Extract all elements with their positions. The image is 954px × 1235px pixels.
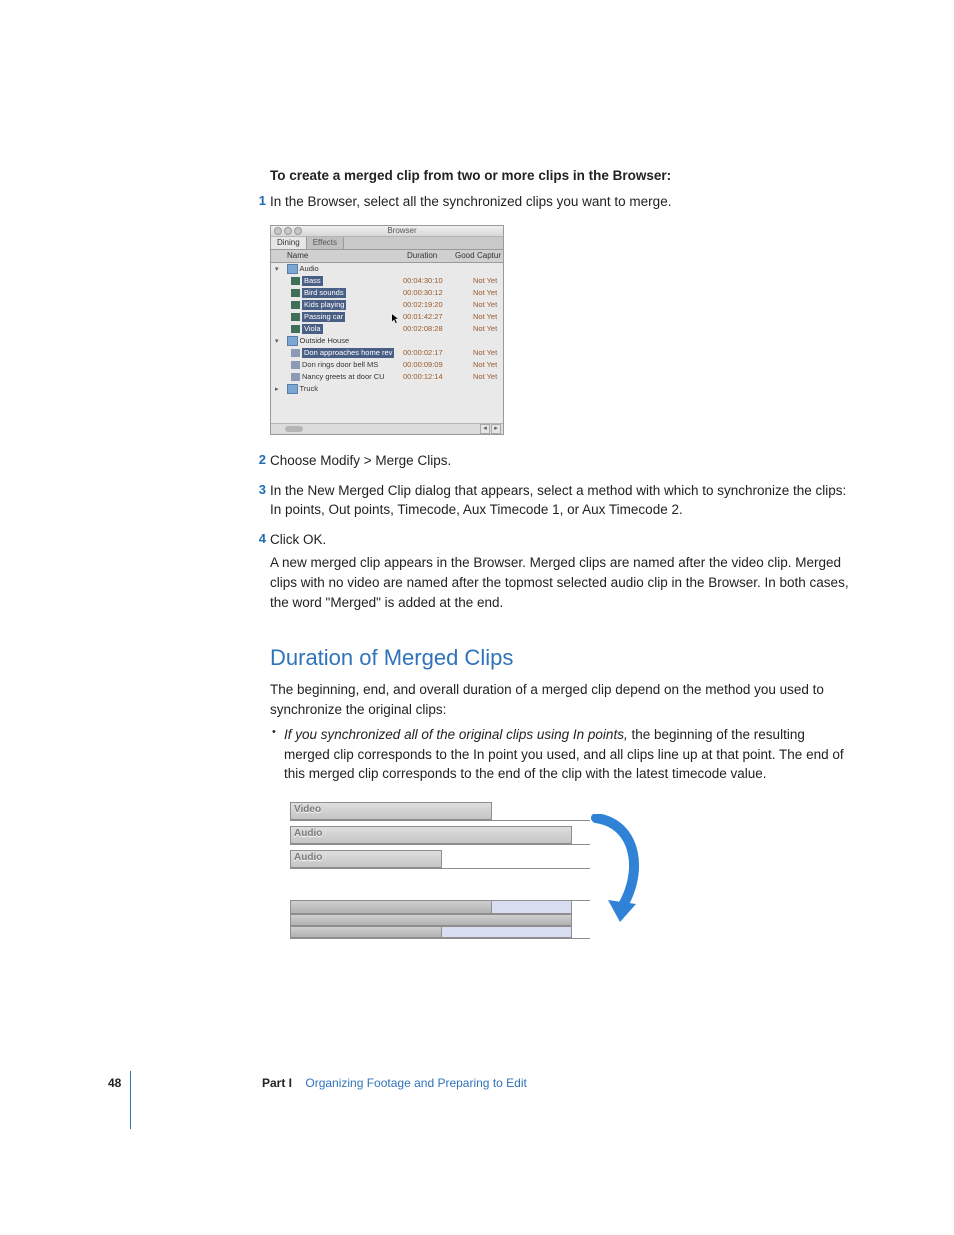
- browser-row[interactable]: Bass 00:04:30:10 Not Yet: [271, 275, 503, 287]
- section-intro: The beginning, end, and overall duration…: [270, 680, 850, 719]
- row-name[interactable]: Outside House: [300, 336, 350, 347]
- row-capture: Not Yet: [473, 372, 503, 383]
- row-name[interactable]: Bass: [302, 276, 323, 287]
- col-duration[interactable]: Duration: [407, 250, 455, 262]
- row-duration: 00:02:08:28: [403, 324, 451, 335]
- bullet-in-points: If you synchronized all of the original …: [270, 725, 850, 784]
- row-duration: 00:04:30:10: [403, 276, 451, 287]
- row-duration: 00:00:02:17: [403, 348, 451, 359]
- browser-window: Browser Dining Effects Name Duration Goo…: [270, 225, 504, 435]
- label-audio-1: Audio: [294, 827, 322, 842]
- step-2: 2 Choose Modify > Merge Clips.: [270, 451, 850, 471]
- row-capture: Not Yet: [473, 288, 503, 299]
- row-duration: 00:00:30:12: [403, 288, 451, 299]
- browser-row[interactable]: Don rings door bell MS 00:00:09:09 Not Yet: [271, 359, 503, 371]
- row-name[interactable]: Don rings door bell MS: [302, 360, 378, 371]
- row-name[interactable]: Passing car: [302, 312, 345, 323]
- label-audio-2: Audio: [294, 851, 322, 866]
- row-duration: 00:02:19:20: [403, 300, 451, 311]
- label-video: Video: [294, 803, 321, 818]
- scroll-thumb[interactable]: [285, 426, 303, 432]
- row-duration: 00:00:09:09: [403, 360, 451, 371]
- video-clip-icon: [291, 361, 300, 369]
- step-2-text: Choose Modify > Merge Clips.: [270, 453, 451, 468]
- browser-row[interactable]: Kids playing 00:02:19:20 Not Yet: [271, 299, 503, 311]
- row-capture: Not Yet: [473, 348, 503, 359]
- browser-row[interactable]: Passing car 00:01:42:27 Not Yet: [271, 311, 503, 323]
- step-3-text: In the New Merged Clip dialog that appea…: [270, 483, 846, 518]
- col-name[interactable]: Name: [271, 250, 407, 262]
- col-good[interactable]: Good: [455, 250, 477, 262]
- row-name[interactable]: Bird sounds: [302, 288, 346, 299]
- video-clip-icon: [291, 349, 300, 357]
- browser-row[interactable]: Bird sounds 00:00:30:12 Not Yet: [271, 287, 503, 299]
- video-clip-icon: [291, 373, 300, 381]
- browser-row[interactable]: Viola 00:02:08:28 Not Yet: [271, 323, 503, 335]
- row-capture: Not Yet: [473, 276, 503, 287]
- footer-title: Organizing Footage and Preparing to Edit: [305, 1076, 526, 1090]
- row-duration: 00:00:12:14: [403, 372, 451, 383]
- row-capture: Not Yet: [473, 324, 503, 335]
- row-duration: 00:01:42:27: [403, 312, 451, 323]
- audio-clip-icon: [291, 301, 300, 309]
- browser-row[interactable]: ▸Truck: [271, 383, 503, 395]
- row-name[interactable]: Truck: [300, 384, 318, 395]
- browser-row[interactable]: Don approaches home rev 00:00:02:17 Not Ye…: [271, 347, 503, 359]
- browser-row[interactable]: Nancy greets at door CU 00:00:12:14 Not Ye…: [271, 371, 503, 383]
- browser-figure: Browser Dining Effects Name Duration Goo…: [270, 225, 850, 435]
- bin-icon: [287, 384, 298, 394]
- page-number: 48: [108, 1075, 121, 1092]
- audio-clip-icon: [291, 289, 300, 297]
- row-name[interactable]: Viola: [302, 324, 323, 335]
- step-3: 3 In the New Merged Clip dialog that app…: [270, 481, 850, 520]
- row-capture: Not Yet: [473, 360, 503, 371]
- step-1: 1 In the Browser, select all the synchro…: [270, 192, 850, 436]
- intro-heading: To create a merged clip from two or more…: [270, 166, 850, 186]
- step-1-text: In the Browser, select all the synchroni…: [270, 194, 671, 209]
- step-4-text: Click OK.: [270, 532, 326, 547]
- result-paragraph: A new merged clip appears in the Browser…: [270, 553, 850, 612]
- row-capture: Not Yet: [473, 300, 503, 311]
- merged-clip-diagram: Video Audio Audio Merged clip: [270, 802, 670, 962]
- audio-clip-icon: [291, 325, 300, 333]
- browser-title: Browser: [304, 225, 500, 237]
- browser-row[interactable]: ▾Outside House: [271, 335, 503, 347]
- page-footer: 48 Part I Organizing Footage and Prepari…: [0, 1075, 954, 1095]
- arrow-icon: [590, 814, 650, 934]
- footer-part: Part I: [262, 1076, 292, 1090]
- row-name[interactable]: Audio: [300, 264, 319, 275]
- close-dot[interactable]: [274, 227, 282, 235]
- audio-clip-icon: [291, 277, 300, 285]
- tab-dining[interactable]: Dining: [271, 237, 307, 249]
- browser-body: ▾AudioBass 00:04:30:10 Not Yet Bird sounds 0…: [271, 263, 503, 423]
- col-capture[interactable]: Captur: [477, 250, 503, 262]
- minimize-dot[interactable]: [284, 227, 292, 235]
- row-name[interactable]: Don approaches home rev: [302, 348, 394, 359]
- row-capture: Not Yet: [473, 312, 503, 323]
- browser-titlebar: Browser: [271, 226, 503, 237]
- column-headers: Name Duration Good Captur: [271, 250, 503, 263]
- scroll-left-icon[interactable]: ◂: [480, 424, 490, 434]
- browser-scrollbar[interactable]: ◂ ▸: [271, 423, 503, 434]
- footer-rule: [130, 1071, 131, 1129]
- row-name[interactable]: Nancy greets at door CU: [302, 372, 385, 383]
- audio-clip-icon: [291, 313, 300, 321]
- zoom-dot[interactable]: [294, 227, 302, 235]
- step-4: 4 Click OK. A new merged clip appears in…: [270, 530, 850, 612]
- section-heading: Duration of Merged Clips: [270, 642, 850, 674]
- bin-icon: [287, 336, 298, 346]
- row-name[interactable]: Kids playing: [302, 300, 346, 311]
- bullet-lead: If you synchronized all of the original …: [284, 727, 628, 742]
- scroll-right-icon[interactable]: ▸: [491, 424, 501, 434]
- bin-icon: [287, 264, 298, 274]
- tab-effects[interactable]: Effects: [307, 237, 344, 249]
- browser-row[interactable]: ▾Audio: [271, 263, 503, 275]
